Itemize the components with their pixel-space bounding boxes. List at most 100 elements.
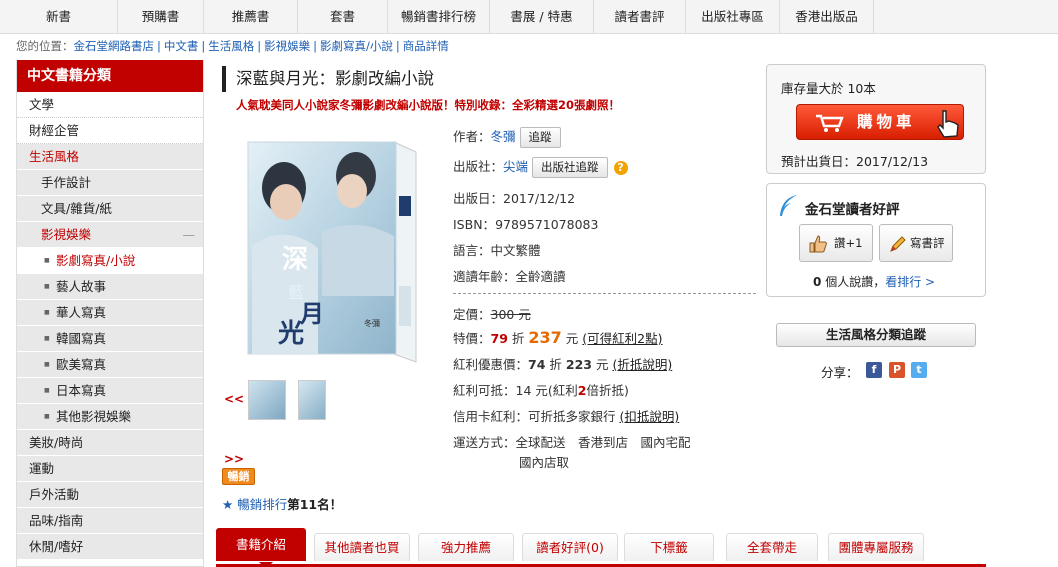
tab-recommend[interactable]: 強力推薦 <box>418 533 514 561</box>
breadcrumb-link[interactable]: 中文書 <box>164 39 199 53</box>
plurk-icon[interactable]: P <box>889 362 905 378</box>
tab-book-intro[interactable]: 書籍介紹 <box>216 528 306 567</box>
write-review-button[interactable]: 寫書評 <box>879 224 953 262</box>
breadcrumb-link[interactable]: 生活風格 <box>208 39 254 53</box>
nav-bestseller[interactable]: 暢銷書排行榜 <box>388 0 490 34</box>
sidebar-item[interactable]: 休閒/嗜好 <box>17 534 203 560</box>
special-price: 237 <box>528 328 562 347</box>
collapse-icon[interactable]: — <box>183 222 196 248</box>
redeem-label: 紅利可抵： <box>453 383 516 398</box>
special-price-label: 特價： <box>453 331 491 346</box>
age-label: 適讀年齡： <box>453 269 516 284</box>
breadcrumb-separator: | <box>201 39 206 53</box>
sidebar-subsubitem[interactable]: 日本寫真 <box>17 378 203 404</box>
thumbnail-prev-button[interactable]: << <box>224 392 244 406</box>
tab-full-set[interactable]: 全套帶走 <box>726 533 818 561</box>
breadcrumb-separator: | <box>157 39 161 53</box>
nav-preorder[interactable]: 預購書 <box>118 0 204 34</box>
tab-tags[interactable]: 下標籤 <box>624 533 714 561</box>
cart-icon <box>816 114 844 132</box>
product-subtitle: 人氣耽美同人小說家冬彌影劇改編小說版！特別收錄：全彩精選20張劇照！ <box>236 98 620 112</box>
sidebar-subsubitem[interactable]: 歐美寫真 <box>17 352 203 378</box>
like-label: 讚+1 <box>834 236 863 250</box>
nav-hongkong[interactable]: 香港出版品 <box>780 0 874 34</box>
list-price-label: 定價： <box>453 307 491 322</box>
nav-publishers[interactable]: 出版社專區 <box>686 0 780 34</box>
follow-author-button[interactable]: 追蹤 <box>519 127 561 148</box>
price-unit: 元 <box>565 331 579 346</box>
sidebar-item[interactable]: 品味/指南 <box>17 508 203 534</box>
thumbs-up-icon <box>809 235 827 253</box>
nav-reviews[interactable]: 讀者書評 <box>594 0 686 34</box>
follow-publisher-button[interactable]: 出版社追蹤 <box>532 157 608 178</box>
top-nav: 新書 預購書 推薦書 套書 暢銷書排行榜 書展 / 特惠 讀者書評 出版社專區 … <box>0 0 1058 34</box>
book-cover[interactable]: 深 藍 月 光 冬彌 <box>244 136 419 364</box>
sidebar-subsubitem[interactable]: 其他影視娛樂 <box>17 404 203 430</box>
help-icon[interactable]: ? <box>613 160 628 175</box>
sidebar-subsubitem-label: 日本寫真 <box>56 383 107 398</box>
thumbnail[interactable] <box>248 380 286 420</box>
breadcrumb-link[interactable]: 影劇寫真/小說 <box>320 39 393 53</box>
isbn-value: 9789571078083 <box>495 217 599 232</box>
sidebar-item[interactable]: 戶外活動 <box>17 482 203 508</box>
credit-card-label: 信用卡紅利： <box>453 409 529 424</box>
list-price-value: 300 元 <box>490 307 531 322</box>
breadcrumb: 您的位置：金石堂網路書店 | 中文書 | 生活風格 | 影視娛樂 | 影劇寫真/小說 | 商品詳情 <box>16 38 449 54</box>
ship-date: 預計出貨日：2017/12/13 <box>781 154 929 169</box>
nav-bookfair[interactable]: 書展 / 特惠 <box>490 0 594 34</box>
pubdate-value: 2017/12/12 <box>503 191 576 206</box>
thumbnail[interactable] <box>298 380 326 420</box>
twitter-icon[interactable]: t <box>911 362 927 378</box>
discount-unit: 折 <box>511 331 525 346</box>
sidebar-subsubitem-label: 其他影視娛樂 <box>56 409 132 424</box>
like-count-text: 個人說讚， <box>825 275 886 289</box>
product-title: 深藍與月光：影劇改編小說 <box>222 66 434 92</box>
reader-review-box: 金石堂讀者好評 讚+1 寫書評 0 個人說讚，看排行 > <box>766 183 986 297</box>
sidebar-item[interactable]: 財經企管 <box>17 118 203 144</box>
publisher-link[interactable]: 尖端 <box>503 159 528 174</box>
sidebar-subitem[interactable]: 文具/雜貨/紙 <box>17 196 203 222</box>
breadcrumb-link[interactable]: 影視娛樂 <box>264 39 310 53</box>
author-link[interactable]: 冬彌 <box>491 129 516 144</box>
sidebar-subsubitem[interactable]: 華人寫真 <box>17 300 203 326</box>
credit-card-explain-link[interactable]: (扣抵說明) <box>620 409 680 424</box>
detail-tabs: 書籍介紹 其他讀者也買 強力推薦 讀者好評(0) 下標籤 全套帶走 團體專屬服務 <box>216 528 986 567</box>
pubdate-label: 出版日： <box>453 191 504 206</box>
sidebar-subitem-label: 影視娛樂 <box>41 227 92 242</box>
sidebar-subitem-expanded[interactable]: 影視娛樂 — <box>17 222 203 248</box>
sidebar-item[interactable]: 運動 <box>17 456 203 482</box>
sidebar-item[interactable]: 文學 <box>17 92 203 118</box>
breadcrumb-link[interactable]: 商品詳情 <box>403 39 449 53</box>
language-label: 語言： <box>453 243 491 258</box>
review-ranking-link[interactable]: 看排行 > <box>885 275 935 289</box>
add-to-cart-button[interactable]: 購物車 <box>796 104 964 140</box>
nav-recommend[interactable]: 推薦書 <box>204 0 298 34</box>
tab-also-bought[interactable]: 其他讀者也買 <box>314 533 410 561</box>
breadcrumb-link[interactable]: 金石堂網路書店 <box>74 39 155 53</box>
author-label: 作者： <box>453 129 491 144</box>
bonus-points-link[interactable]: (可得紅利2點) <box>582 331 662 346</box>
nav-sets[interactable]: 套書 <box>298 0 388 34</box>
sidebar-subsubitem[interactable]: 韓國寫真 <box>17 326 203 352</box>
buy-box: 庫存量大於 10本 購物車 預計出貨日：2017/12/13 <box>766 64 986 174</box>
like-button[interactable]: 讚+1 <box>799 224 873 262</box>
sidebar-item[interactable]: 美妝/時尚 <box>17 430 203 456</box>
breadcrumb-prefix: 您的位置： <box>16 39 74 53</box>
price-unit: 元 <box>595 357 609 372</box>
bestseller-rank-link[interactable]: 暢銷排行 <box>237 497 287 512</box>
facebook-icon[interactable]: f <box>866 362 882 378</box>
breadcrumb-separator: | <box>395 39 400 53</box>
tab-reviews[interactable]: 讀者好評(0) <box>522 533 618 561</box>
thumbnail-next-button[interactable]: >> <box>224 452 244 466</box>
bonus-discount: 74 <box>528 357 546 372</box>
sidebar-subitem[interactable]: 手作設計 <box>17 170 203 196</box>
category-follow-button[interactable]: 生活風格分類追蹤 <box>776 323 976 347</box>
sidebar-subsubitem[interactable]: 藝人故事 <box>17 274 203 300</box>
cover-author-text: 冬彌 <box>364 318 380 328</box>
sidebar-subsubitem-selected[interactable]: 影劇寫真/小說 <box>17 248 203 274</box>
sidebar-item-active[interactable]: 生活風格 <box>17 144 203 170</box>
bonus-explain-link[interactable]: (折抵說明) <box>612 357 672 372</box>
tab-group-service[interactable]: 團體專屬服務 <box>828 533 924 561</box>
sidebar-subsubitem-label: 影劇寫真/小說 <box>56 253 136 268</box>
nav-new[interactable]: 新書 <box>0 0 118 34</box>
